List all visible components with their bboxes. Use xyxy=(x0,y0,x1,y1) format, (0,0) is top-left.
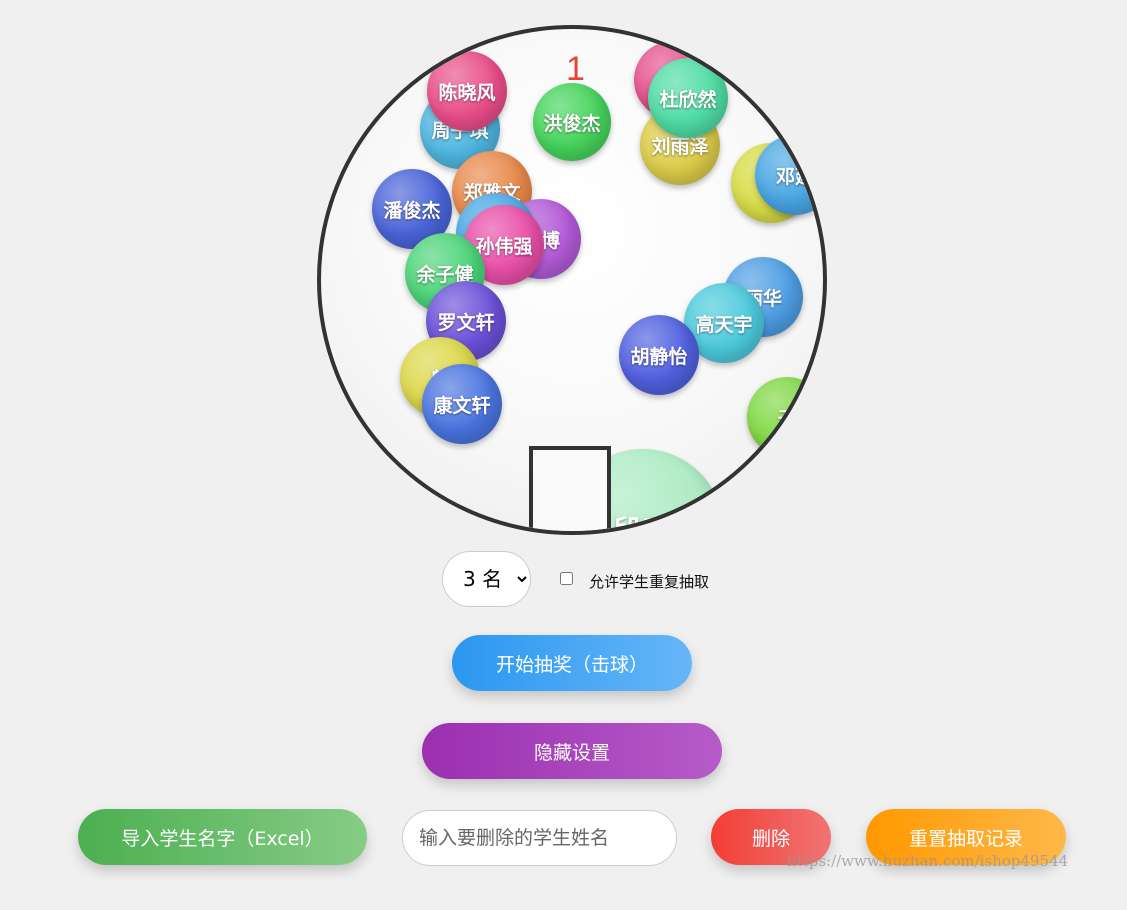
allow-repeat-label: 允许学生重复抽取 xyxy=(589,573,710,591)
student-ball: 康文轩 xyxy=(422,364,502,444)
start-draw-button[interactable]: 开始抽奖（击球） xyxy=(452,635,692,691)
lottery-drum: 吴周子琪陈晓风洪俊杰刘雨泽杜欣然叶邓建郑雅文潘俊杰文博孙伟强余子健罗文轩曾康文轩… xyxy=(317,25,827,535)
allow-repeat-checkbox[interactable] xyxy=(560,572,573,585)
watermark: https://www.huzhan.com/ishop49544 xyxy=(787,852,1069,870)
ball-outlet xyxy=(529,446,611,531)
student-ball: 邓建 xyxy=(755,135,823,215)
draw-count-select[interactable]: 3 名 xyxy=(442,551,531,607)
import-students-button[interactable]: 导入学生名字（Excel） xyxy=(78,809,367,865)
hide-settings-button[interactable]: 隐藏设置 xyxy=(422,723,722,779)
student-ball: 陈晓风 xyxy=(427,51,507,131)
student-ball: 洪俊杰 xyxy=(533,83,611,161)
student-ball: 于 xyxy=(747,377,823,457)
draw-counter: 1 xyxy=(566,50,585,88)
delete-student-input[interactable] xyxy=(402,810,677,866)
student-ball: 胡静怡 xyxy=(619,315,699,395)
student-ball: 杜欣然 xyxy=(648,58,728,138)
